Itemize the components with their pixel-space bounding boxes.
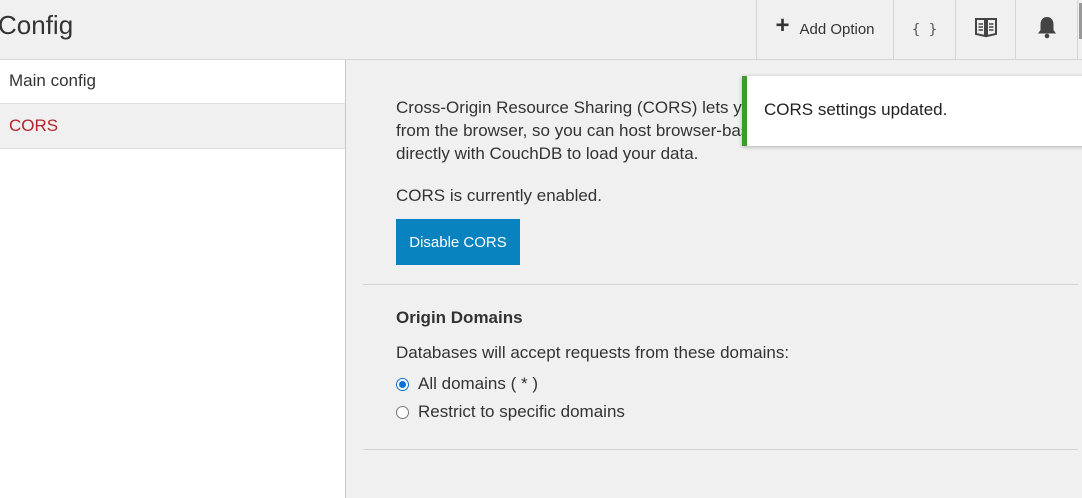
origin-domains-title: Origin Domains bbox=[396, 308, 523, 327]
add-option-button[interactable]: + Add Option bbox=[756, 0, 893, 59]
sidebar-item-main-config[interactable]: Main config bbox=[0, 60, 345, 104]
intro-line: directly with CouchDB to load your data. bbox=[396, 144, 699, 163]
restrict-domains-radio[interactable] bbox=[396, 405, 409, 419]
sidebar: Main config CORS bbox=[0, 60, 346, 498]
all-domains-label: All domains ( * ) bbox=[418, 374, 538, 393]
add-option-label: Add Option bbox=[799, 21, 875, 38]
json-view-button[interactable]: { } bbox=[893, 0, 955, 59]
cors-intro-text: Cross-Origin Resource Sharing (CORS) let… bbox=[396, 96, 776, 165]
intro-line: from the browser, so you can host browse… bbox=[396, 121, 776, 140]
plus-icon: + bbox=[775, 11, 790, 39]
origin-domains-description: Databases will accept requests from thes… bbox=[396, 343, 790, 362]
restrict-domains-label: Restrict to specific domains bbox=[418, 402, 625, 421]
bell-icon bbox=[1036, 15, 1058, 44]
notifications-button[interactable] bbox=[1015, 0, 1077, 59]
all-domains-radio[interactable] bbox=[396, 377, 409, 391]
cors-status-text: CORS is currently enabled. bbox=[396, 186, 602, 205]
docs-button[interactable] bbox=[955, 0, 1015, 59]
header: Config + Add Option { } bbox=[0, 0, 1082, 60]
intro-line: Cross-Origin Resource Sharing (CORS) let… bbox=[396, 98, 776, 117]
toolbar: + Add Option { } bbox=[756, 0, 1082, 59]
disable-cors-button[interactable]: Disable CORS bbox=[396, 219, 520, 265]
all-domains-option[interactable]: All domains ( * ) bbox=[396, 374, 538, 394]
json-braces-icon: { } bbox=[911, 21, 938, 38]
notification-toast: CORS settings updated. bbox=[742, 76, 1082, 146]
sidebar-item-cors[interactable]: CORS bbox=[0, 104, 345, 149]
toast-message: CORS settings updated. bbox=[764, 100, 948, 119]
divider bbox=[363, 449, 1078, 450]
divider bbox=[363, 284, 1078, 285]
toolbar-overflow-edge bbox=[1077, 0, 1082, 59]
restrict-domains-option[interactable]: Restrict to specific domains bbox=[396, 402, 625, 422]
book-icon bbox=[974, 16, 998, 43]
page-title: Config bbox=[0, 10, 74, 40]
